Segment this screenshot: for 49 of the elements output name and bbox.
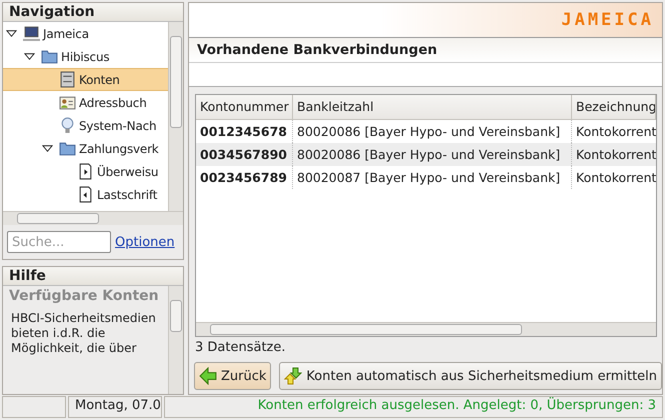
- document-icon: [77, 186, 94, 203]
- tree-item[interactable]: Hibiscus: [3, 45, 168, 68]
- help-heading: Verfügbare Konten: [9, 288, 160, 305]
- expander-down-icon[interactable]: [6, 28, 17, 39]
- panel-title: Hilfe: [3, 267, 183, 286]
- folder-icon: [41, 48, 58, 65]
- cabinet-icon: [59, 71, 76, 88]
- scrollbar[interactable]: [168, 286, 183, 394]
- column-header[interactable]: Kontonummer: [196, 95, 293, 120]
- tree-item[interactable]: System-Nach: [3, 114, 168, 137]
- left-arrow-icon: [199, 367, 217, 385]
- table-cell: 0034567890: [196, 143, 293, 166]
- tree-item[interactable]: Zahlungsverk: [3, 137, 168, 160]
- table-cell-text: Kontokorrent: [575, 146, 656, 164]
- record-count: 3 Datensätze.: [194, 339, 287, 357]
- light-bulb-icon: [59, 117, 76, 134]
- tree-item[interactable]: Jameica: [3, 22, 168, 45]
- scrollbar[interactable]: [196, 322, 656, 336]
- computer-icon: [23, 25, 40, 42]
- tree-item[interactable]: Adressbuch: [3, 91, 168, 114]
- back-button[interactable]: Zurück: [194, 362, 272, 390]
- scrollbar[interactable]: [168, 22, 183, 211]
- status-message: Konten erfolgreich ausgelesen. Angelegt: 0, Übersprungen: 3: [164, 396, 663, 418]
- tree-item[interactable]: Konten: [3, 68, 168, 91]
- column-header[interactable]: Bezeichnung: [572, 95, 656, 120]
- status-date: Montag, 07.0: [68, 396, 162, 418]
- contact-card-icon: [59, 94, 76, 111]
- search-field[interactable]: Suche...: [7, 231, 111, 253]
- detect-accounts-button[interactable]: Konten automatisch aus Sicherheitsmedium ermitteln: [279, 362, 662, 390]
- folder-icon: [59, 140, 76, 157]
- options-link[interactable]: Optionen: [115, 234, 175, 250]
- scrollbar[interactable]: [3, 211, 183, 225]
- page-title: Vorhandene Bankverbindungen: [189, 38, 662, 63]
- table-cell-text: Kontokorrent: [575, 123, 656, 142]
- table-cell-text: Kontokorrent: [575, 169, 656, 188]
- expander-down-icon[interactable]: [24, 51, 35, 62]
- expander-down-icon[interactable]: [42, 143, 53, 154]
- tree-item[interactable]: Überweisu: [3, 160, 168, 183]
- logo: JAMEICA: [561, 10, 654, 30]
- tree-item[interactable]: Lastschrift: [3, 183, 168, 206]
- status-cell: [2, 396, 66, 418]
- table-cell: 80020087 [Bayer Hypo- und Vereinsbank]: [293, 166, 572, 190]
- arrows-icon: [284, 367, 302, 385]
- table-cell: 0023456789: [196, 166, 293, 190]
- table-cell: 80020086 [Bayer Hypo- und Vereinsbank]: [293, 143, 572, 166]
- panel-title: Navigation: [3, 3, 183, 22]
- help-text: HBCI-Sicherheitsmedien bieten i.d.R. die Möglichkeit, die über: [10, 311, 157, 356]
- column-header[interactable]: Bankleitzahl: [293, 95, 572, 120]
- document-icon: [77, 163, 94, 180]
